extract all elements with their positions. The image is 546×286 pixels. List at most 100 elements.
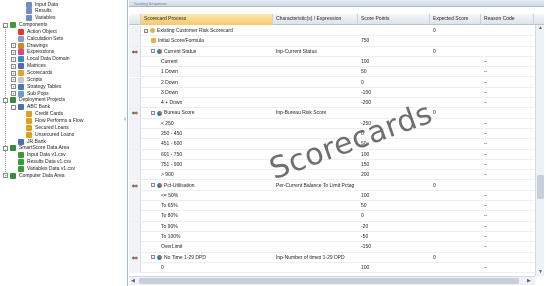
row-header[interactable] [129, 190, 141, 201]
row-header[interactable] [129, 108, 141, 119]
row-header[interactable] [129, 98, 141, 109]
process-cell[interactable]: - Bureau Score [151, 108, 273, 118]
process-cell[interactable]: - Current Status [151, 47, 273, 57]
row-header[interactable] [129, 242, 141, 253]
reason-code-cell[interactable]: -- [484, 263, 487, 273]
reason-code-cell[interactable]: -- [484, 57, 487, 67]
collapse-icon[interactable]: - [151, 255, 155, 260]
expand-icon[interactable]: + [11, 49, 16, 55]
process-cell[interactable]: To 65% [161, 201, 273, 211]
reason-code-cell[interactable]: -- [484, 119, 487, 129]
collapse-icon[interactable]: - [144, 28, 148, 33]
score-points-cell[interactable]: -50 [361, 232, 368, 242]
horizontal-scrollbar[interactable]: ◀ ▶ [129, 276, 535, 285]
process-cell[interactable]: 751 - 900 [161, 160, 273, 170]
score-points-cell[interactable]: -100 [361, 88, 371, 98]
score-points-cell[interactable]: 100 [361, 191, 369, 201]
row-header[interactable] [129, 118, 141, 129]
row-header[interactable] [129, 252, 141, 263]
col-characteristic-header[interactable]: Characteristic(s) / Expression [273, 14, 358, 25]
scroll-left-icon[interactable]: ◀ [131, 278, 135, 284]
row-header[interactable] [129, 56, 141, 67]
row-header[interactable] [129, 221, 141, 232]
reason-code-cell[interactable]: -- [484, 67, 487, 77]
collapse-icon[interactable]: - [151, 183, 155, 188]
score-points-cell[interactable]: 50 [361, 67, 367, 77]
score-points-cell[interactable]: -20 [361, 222, 368, 232]
table-row[interactable]: 4 + Down -200 -- [129, 98, 534, 109]
process-cell[interactable]: <= 50% [161, 191, 273, 201]
row-header[interactable] [129, 67, 141, 78]
vertical-scrollbar[interactable]: ▲ ▼ [535, 25, 544, 276]
expected-score-cell[interactable]: 0 [433, 181, 436, 191]
expand-icon[interactable]: + [11, 70, 16, 76]
project-tree[interactable]: Input Data Results Variables - Components Act… [0, 0, 128, 286]
process-cell[interactable]: Current [161, 57, 273, 67]
reason-code-cell[interactable]: -- [484, 211, 487, 221]
process-cell[interactable]: 4 + Down [161, 98, 273, 108]
reason-code-cell[interactable]: -- [484, 222, 487, 232]
expand-icon[interactable]: + [11, 91, 16, 97]
scroll-right-icon[interactable]: ▶ [527, 278, 531, 284]
row-header[interactable] [129, 159, 141, 170]
expected-score-cell[interactable]: 0 [433, 26, 436, 36]
expected-score-cell[interactable]: 0 [433, 47, 436, 57]
reason-code-cell[interactable]: -- [484, 160, 487, 170]
process-cell[interactable]: 2 Down [161, 78, 273, 88]
table-row[interactable]: To 80% 0 -- [129, 211, 534, 222]
expand-icon[interactable]: + [11, 63, 16, 69]
reason-code-cell[interactable]: -- [484, 201, 487, 211]
process-cell[interactable]: To 90% [161, 222, 273, 232]
table-row[interactable]: < 250 -250 -- [129, 118, 534, 129]
scroll-down-icon[interactable]: ▼ [538, 269, 543, 275]
process-cell[interactable]: OverLimit [161, 242, 273, 252]
expand-icon[interactable]: + [3, 173, 8, 179]
process-cell[interactable]: To 80% [161, 211, 273, 221]
score-points-cell[interactable]: 50 [361, 139, 367, 149]
row-header[interactable] [129, 262, 141, 273]
expression-cell[interactable]: Inp-Number of times 1-29 DPD [276, 253, 345, 263]
process-cell[interactable]: 3 Down [161, 88, 273, 98]
process-cell[interactable]: 1 Down [161, 67, 273, 77]
row-header[interactable] [129, 170, 141, 181]
row-header[interactable] [129, 77, 141, 88]
expression-cell[interactable]: Per-Current Balance To Limit Pctag [276, 181, 354, 191]
row-header[interactable] [129, 180, 141, 191]
scroll-up-icon[interactable]: ▲ [538, 25, 543, 31]
reason-code-cell[interactable]: -- [484, 242, 487, 252]
process-cell[interactable]: To 100% [161, 232, 273, 242]
reason-code-cell[interactable]: -- [484, 232, 487, 242]
table-row[interactable]: - Pct-Utilisation Per-Current Balance To L… [129, 180, 534, 191]
expression-cell[interactable]: Inp-Bureau Risk Score [276, 108, 326, 118]
table-row[interactable]: 250 - 450 0 -- [129, 129, 534, 140]
process-cell[interactable]: Initial Score/Formula [151, 36, 273, 46]
score-points-cell[interactable]: 0 [361, 129, 364, 139]
expand-icon[interactable]: + [11, 56, 16, 62]
process-cell[interactable]: - Existing Customer Risk Scorecard [144, 26, 273, 36]
col-scorecard-process-header[interactable]: Scorecard Process [141, 14, 273, 25]
row-header[interactable] [129, 87, 141, 98]
table-row[interactable]: 451 - 600 50 -- [129, 139, 534, 150]
row-header[interactable] [129, 232, 141, 242]
score-points-cell[interactable]: 200 [361, 170, 369, 180]
row-header[interactable] [129, 46, 141, 57]
table-row[interactable]: OverLimit -150 -- [129, 242, 534, 253]
reason-code-cell[interactable]: -- [484, 98, 487, 108]
row-header[interactable] [129, 201, 141, 212]
process-cell[interactable]: < 250 [161, 119, 273, 129]
process-cell[interactable]: 0 [161, 263, 273, 273]
expression-cell[interactable]: Inp-Current Status [276, 47, 317, 57]
vertical-scroll-thumb[interactable] [537, 175, 544, 199]
table-row[interactable]: 1 Down 50 -- [129, 67, 534, 78]
process-cell[interactable]: 601 - 750 [161, 150, 273, 160]
score-points-cell[interactable]: 100 [361, 150, 369, 160]
tree-item[interactable]: + Computer Data Area [3, 172, 65, 179]
splitter-arrow-icon[interactable]: ‹ [124, 116, 126, 123]
col-score-points-header[interactable]: Score Points [358, 14, 430, 25]
process-cell[interactable]: 451 - 600 [161, 139, 273, 149]
reason-code-cell[interactable]: -- [484, 191, 487, 201]
reason-code-cell[interactable]: -- [484, 129, 487, 139]
score-points-cell[interactable]: -150 [361, 242, 371, 252]
table-row[interactable]: <= 50% 100 -- [129, 190, 534, 202]
expand-icon[interactable]: + [11, 77, 16, 83]
